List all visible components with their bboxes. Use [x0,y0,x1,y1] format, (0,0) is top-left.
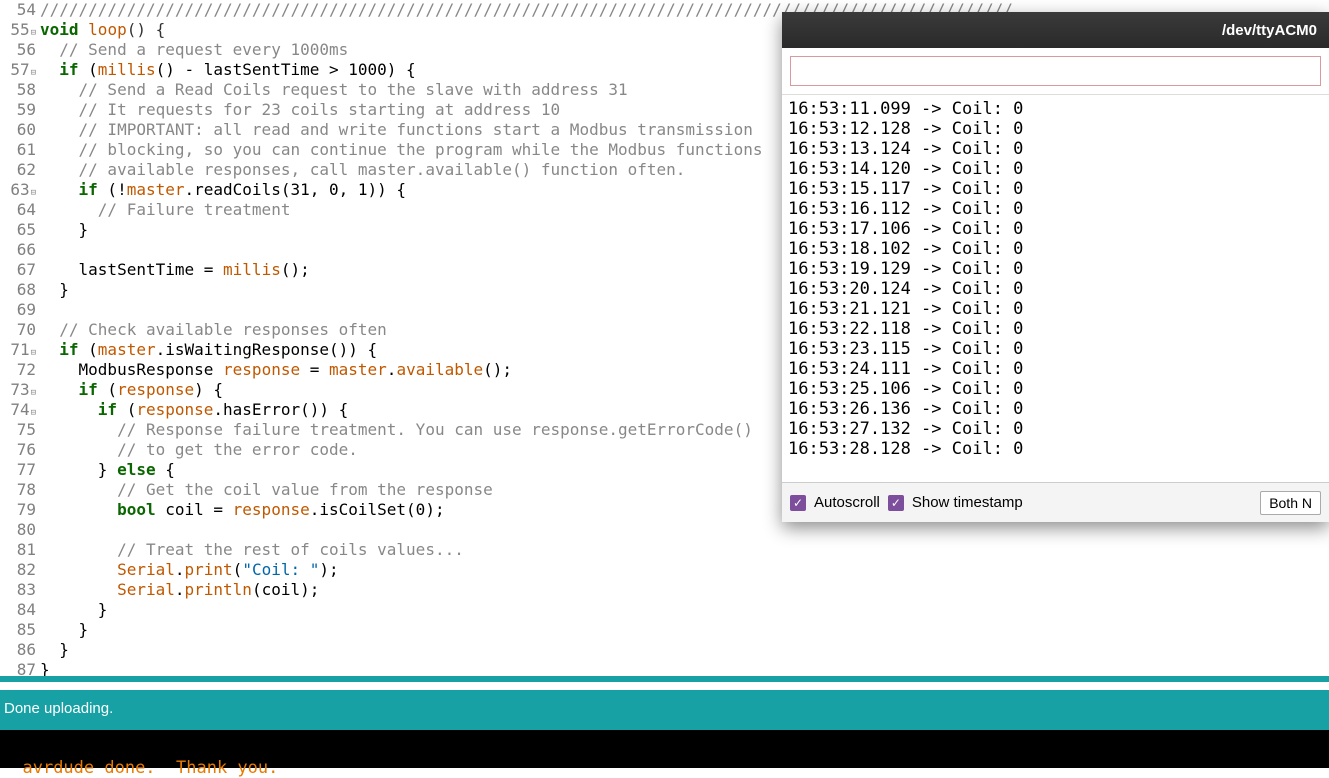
status-text: Done uploading. [4,700,113,717]
line-number: 78 [0,480,36,500]
serial-footer: ✓ Autoscroll ✓ Show timestamp Both N [782,482,1329,522]
line-number: 65 [0,220,36,240]
line-number: 79 [0,500,36,520]
compiler-console: avrdude done. Thank you. [0,730,1329,768]
line-number: 86 [0,640,36,660]
line-number: 62 [0,160,36,180]
line-number: 74⊟ [0,400,36,420]
serial-titlebar[interactable]: /dev/ttyACM0 [782,12,1329,48]
serial-line: 16:53:25.106 -> Coil: 0 [788,379,1323,399]
serial-line: 16:53:22.118 -> Coil: 0 [788,319,1323,339]
line-number: 73⊟ [0,380,36,400]
serial-monitor-window[interactable]: /dev/ttyACM0 16:53:11.099 -> Coil: 016:5… [782,12,1329,522]
line-number: 58 [0,80,36,100]
serial-line: 16:53:19.129 -> Coil: 0 [788,259,1323,279]
line-number: 66 [0,240,36,260]
line-number: 55⊟ [0,20,36,40]
line-number: 70 [0,320,36,340]
line-number-gutter: 5455⊟5657⊟585960616263⊟6465666768697071⊟… [0,0,38,690]
status-bar: Done uploading. [0,690,1329,730]
serial-line: 16:53:15.117 -> Coil: 0 [788,179,1323,199]
serial-line: 16:53:12.128 -> Coil: 0 [788,119,1323,139]
code-line[interactable] [40,520,1329,540]
line-number: 67 [0,260,36,280]
serial-line: 16:53:13.124 -> Coil: 0 [788,139,1323,159]
line-number: 81 [0,540,36,560]
serial-line: 16:53:23.115 -> Coil: 0 [788,339,1323,359]
line-number: 75 [0,420,36,440]
line-number: 83 [0,580,36,600]
console-text: avrdude done. Thank you. [22,758,278,778]
line-number: 82 [0,560,36,580]
serial-line: 16:53:20.124 -> Coil: 0 [788,279,1323,299]
divider [0,676,1329,682]
serial-line: 16:53:24.111 -> Coil: 0 [788,359,1323,379]
serial-line: 16:53:16.112 -> Coil: 0 [788,199,1323,219]
autoscroll-checkbox[interactable]: ✓ [790,495,806,511]
code-line[interactable]: } [40,640,1329,660]
line-number: 59 [0,100,36,120]
line-number: 64 [0,200,36,220]
serial-line: 16:53:27.132 -> Coil: 0 [788,419,1323,439]
code-line[interactable]: } [40,620,1329,640]
line-number: 80 [0,520,36,540]
serial-line: 16:53:14.120 -> Coil: 0 [788,159,1323,179]
serial-line: 16:53:18.102 -> Coil: 0 [788,239,1323,259]
timestamp-label: Show timestamp [912,494,1023,511]
timestamp-checkbox[interactable]: ✓ [888,495,904,511]
serial-input-row [782,48,1329,95]
line-number: 84 [0,600,36,620]
code-line[interactable]: Serial.println(coil); [40,580,1329,600]
line-number: 60 [0,120,36,140]
line-number: 61 [0,140,36,160]
code-line[interactable]: Serial.print("Coil: "); [40,560,1329,580]
autoscroll-label: Autoscroll [814,494,880,511]
line-number: 56 [0,40,36,60]
line-number: 68 [0,280,36,300]
line-number: 69 [0,300,36,320]
serial-send-input[interactable] [790,56,1321,86]
serial-line: 16:53:17.106 -> Coil: 0 [788,219,1323,239]
line-ending-select[interactable]: Both N [1260,491,1321,515]
code-line[interactable]: // Treat the rest of coils values... [40,540,1329,560]
line-number: 63⊟ [0,180,36,200]
code-line[interactable]: } [40,600,1329,620]
line-number: 71⊟ [0,340,36,360]
line-number: 76 [0,440,36,460]
serial-line: 16:53:28.128 -> Coil: 0 [788,439,1323,459]
line-number: 54 [0,0,36,20]
line-number: 85 [0,620,36,640]
serial-title: /dev/ttyACM0 [1222,22,1317,39]
serial-line: 16:53:21.121 -> Coil: 0 [788,299,1323,319]
line-number: 77 [0,460,36,480]
serial-line: 16:53:11.099 -> Coil: 0 [788,99,1323,119]
line-number: 57⊟ [0,60,36,80]
line-number: 72 [0,360,36,380]
serial-line: 16:53:26.136 -> Coil: 0 [788,399,1323,419]
serial-output[interactable]: 16:53:11.099 -> Coil: 016:53:12.128 -> C… [782,95,1329,482]
